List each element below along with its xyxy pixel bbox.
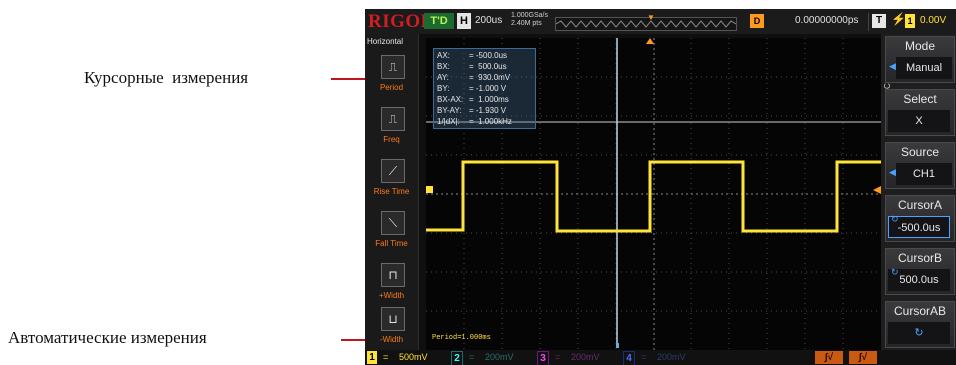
channel-bar: 1 = 500mV 2 = 200mV 3 = 200mV 4 = 200mV … <box>365 350 956 365</box>
source-button[interactable]: Source ◀ CH1 <box>885 142 955 189</box>
measure-menu: Horizontal ⎍ Period ⎍ Freq ⟋ Rise Time ⟍… <box>365 34 419 350</box>
rising-edge-icon: ⚡ <box>891 12 906 26</box>
readout-row: AY: = 930.0mV <box>437 73 511 82</box>
measure-label: Freq <box>383 135 400 144</box>
measure-rise-time-button[interactable]: ⟋ Rise Time <box>365 156 418 208</box>
knob-icon: ↻ <box>891 267 899 277</box>
ch2-scale: 200mV <box>485 352 514 362</box>
ch1-waveform <box>426 160 881 233</box>
cursor-a-button[interactable]: CursorA -500.0us ↻ <box>885 195 955 242</box>
measure-label: Fall Time <box>375 239 408 248</box>
trigger-level-value: 0.00V <box>920 15 947 26</box>
auto-measure-annotation: Автоматические измерения <box>8 328 207 347</box>
cursor-a-title: CursorA <box>897 198 942 212</box>
trigger-badge: T <box>872 14 886 28</box>
readout-row: BY-AY: = -1.930 V <box>437 106 507 115</box>
cursor-b-title: CursorB <box>897 251 942 265</box>
source-title: Source <box>900 145 940 159</box>
pos-width-icon: ⊓ <box>381 263 405 287</box>
measure-label: Rise Time <box>373 187 410 196</box>
rise-time-icon: ⟋ <box>381 159 405 183</box>
delay-badge: D <box>750 14 764 28</box>
ch1-offset-marker-icon <box>426 186 433 193</box>
ch2-badge[interactable]: 2 <box>451 351 463 365</box>
ch2-coupling: = <box>469 352 475 362</box>
ch1-coupling: = <box>383 352 389 362</box>
measure-period-button[interactable]: ⎍ Period <box>365 52 418 104</box>
measure-freq-button[interactable]: ⎍ Freq <box>365 104 418 156</box>
readout-row: 1/|dX|: = 1.000kHz <box>437 117 512 126</box>
ch4-scale: 200mV <box>657 352 686 362</box>
trigger-time-marker-icon <box>646 38 654 44</box>
measure-menu-title: Horizontal <box>367 37 404 46</box>
oscilloscope-screen: RIGOL T'D H 200us 1.000GSa/s 2.40M pts ▼… <box>365 9 956 365</box>
trigger-position-marker-icon: ▼ <box>647 13 655 22</box>
freq-icon: ⎍ <box>381 107 405 131</box>
select-title: Select <box>903 92 937 106</box>
measure-label: Period <box>379 83 404 92</box>
mode-button[interactable]: Mode ◀ Manual <box>885 36 955 83</box>
readout-row: BY: = -1.000 V <box>437 84 507 93</box>
ch1-scale: 500mV <box>399 352 428 362</box>
chevron-left-icon: ◀ <box>889 167 896 177</box>
memory-overview <box>555 17 737 31</box>
mode-title: Mode <box>904 39 936 53</box>
ch1-badge[interactable]: 1 <box>367 351 377 364</box>
readout-row: BX-AX: = 1.000ms <box>437 95 509 104</box>
measure-label: +Width <box>378 291 405 300</box>
trigger-status-badge: T'D <box>424 13 454 29</box>
trigger-level-marker-icon <box>873 186 881 194</box>
period-icon: ⎍ <box>381 55 405 79</box>
memory-waveform-icon <box>556 20 736 28</box>
ch3-badge[interactable]: 3 <box>537 351 549 365</box>
ch3-scale: 200mV <box>571 352 600 362</box>
timebase-value: 200us <box>475 15 503 26</box>
acquisition-info: 1.000GSa/s 2.40M pts <box>511 12 548 28</box>
select-button[interactable]: Select X <box>885 89 955 136</box>
horizontal-badge: H <box>457 13 471 29</box>
cursor-ab-button[interactable]: CursorAB ↻ <box>885 301 955 348</box>
cursor-ab-title: CursorAB <box>893 304 946 318</box>
knob-icon: ↻ <box>888 322 950 344</box>
sample-rate: 1.000GSa/s <box>511 12 548 19</box>
status-bar: RIGOL T'D H 200us 1.000GSa/s 2.40M pts ▼… <box>365 9 956 34</box>
cursor-measure-annotation: Курсорные измерения <box>84 68 249 87</box>
select-value: X <box>888 110 950 132</box>
readout-row: BX: = 500.0us <box>437 62 507 71</box>
fall-time-icon: ⟍ <box>381 211 405 235</box>
auto-measurement-value: Period=1.000ms <box>432 334 491 342</box>
chevron-left-icon: ◀ <box>889 61 896 71</box>
cursor-b-button[interactable]: CursorB 500.0us ↻ <box>885 248 955 295</box>
math-icon[interactable]: ∫√ <box>815 351 843 364</box>
cursor-b-marker-icon <box>616 343 619 348</box>
mode-value: Manual <box>896 57 952 79</box>
cursor-menu: Cursor Mode ◀ Manual Select X Source ◀ C… <box>881 34 956 350</box>
source-value: CH1 <box>896 163 952 185</box>
ref-icon[interactable]: ∫√ <box>849 351 877 364</box>
cursor-readout-panel: AX: = -500.0us BX: = 500.0us AY: = 930.0mV … <box>433 48 536 129</box>
knob-icon: ↻ <box>891 214 899 224</box>
measure-neg-width-button[interactable]: ⊔ -Width <box>365 304 418 356</box>
measure-fall-time-button[interactable]: ⟍ Fall Time <box>365 208 418 260</box>
measure-label: -Width <box>379 335 404 344</box>
ch3-coupling: = <box>555 352 561 362</box>
neg-width-icon: ⊔ <box>381 307 405 331</box>
readout-row: AX: = -500.0us <box>437 51 508 60</box>
ch4-coupling: = <box>641 352 647 362</box>
delay-value: 0.00000000ps <box>795 15 859 26</box>
memory-depth: 2.40M pts <box>511 20 542 27</box>
trigger-source-badge: 1 <box>905 14 915 28</box>
separator <box>868 13 869 31</box>
ch4-badge[interactable]: 4 <box>623 351 635 365</box>
